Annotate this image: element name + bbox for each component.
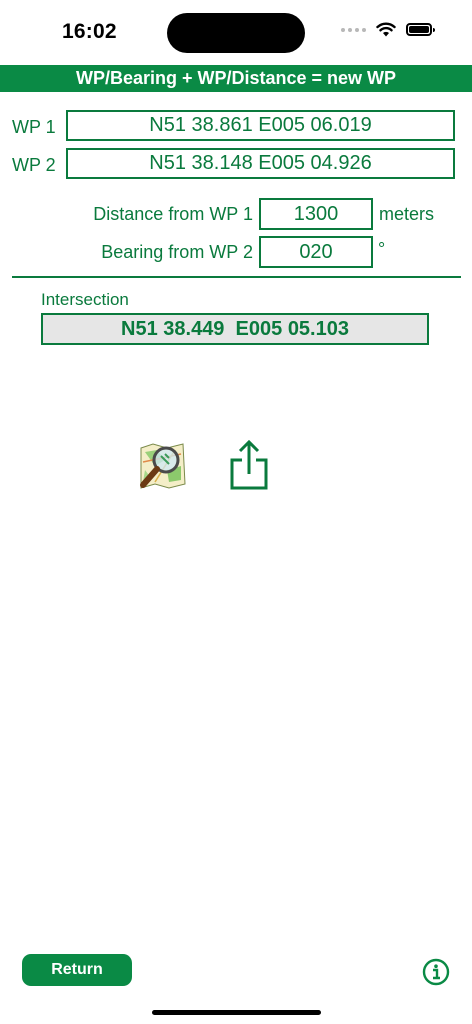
intersection-result: N51 38.449 E005 05.103 — [41, 313, 429, 345]
status-icons — [341, 22, 435, 37]
wifi-icon — [376, 22, 396, 37]
battery-icon — [406, 23, 435, 36]
wp1-field[interactable]: N51 38.861 E005 06.019 — [66, 110, 455, 141]
wp1-label: WP 1 — [12, 117, 56, 137]
bearing-unit: ° — [378, 239, 386, 259]
wp2-field[interactable]: N51 38.148 E005 04.926 — [66, 148, 455, 179]
cellular-signal-icon — [341, 27, 366, 32]
info-icon[interactable] — [422, 958, 450, 986]
return-button[interactable]: Return — [22, 954, 132, 986]
divider — [12, 276, 461, 278]
bearing-field[interactable]: 020 — [259, 236, 373, 268]
bearing-label: Bearing from WP 2 — [101, 242, 253, 262]
distance-unit: meters — [379, 204, 435, 224]
distance-field[interactable]: 1300 — [259, 198, 373, 230]
intersection-label: Intersection — [41, 290, 129, 309]
map-search-icon[interactable] — [135, 440, 189, 494]
share-icon[interactable] — [228, 438, 270, 492]
screen: 16:02 WP/Bearing + WP/Distance = new WP … — [0, 0, 472, 1024]
status-time: 16:02 — [62, 20, 117, 43]
wp2-label: WP 2 — [12, 155, 56, 175]
dynamic-island — [167, 13, 305, 53]
page-title: WP/Bearing + WP/Distance = new WP — [0, 65, 472, 92]
home-indicator — [152, 1010, 321, 1015]
distance-label: Distance from WP 1 — [93, 204, 253, 224]
